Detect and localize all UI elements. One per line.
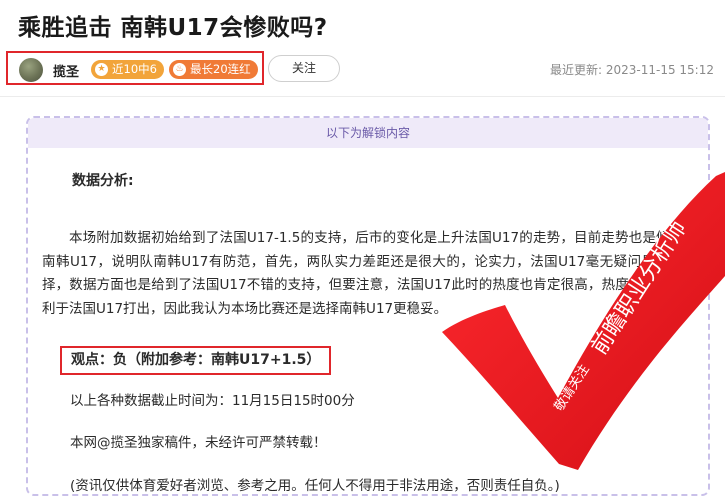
recent-record-badge: ★ 近10中6 bbox=[91, 60, 164, 79]
copyright-notice: 本网@揽圣独家稿件，未经许可严禁转载！ bbox=[70, 435, 327, 451]
win-streak-label: 最长20连红 bbox=[190, 62, 251, 76]
author-meta-row: 揽圣 ★ 近10中6 ♨ 最长20连红 关注 最近更新: 2023-11-15 … bbox=[0, 48, 725, 90]
flame-icon: ♨ bbox=[173, 63, 186, 76]
update-info: 最近更新: 2023-11-15 15:12 bbox=[550, 61, 714, 78]
follow-button[interactable]: 关注 bbox=[268, 55, 340, 82]
unlocked-content-box: 以下为解锁内容 数据分析: 本场附加数据初始给到了法国U17-1.5的支持，后市… bbox=[26, 116, 710, 496]
header-divider bbox=[0, 96, 725, 97]
author-name[interactable]: 揽圣 bbox=[53, 61, 79, 80]
author-info-box: 揽圣 ★ 近10中6 ♨ 最长20连红 bbox=[6, 51, 264, 85]
win-streak-badge: ♨ 最长20连红 bbox=[169, 60, 258, 79]
data-cutoff-time: 以上各种数据截止时间为：11月15日15时00分 bbox=[70, 393, 355, 409]
viewpoint-box: 观点：负（附加参考：南韩U17+1.5） bbox=[60, 346, 332, 375]
recent-record-label: 近10中6 bbox=[112, 62, 157, 76]
star-icon: ★ bbox=[95, 63, 108, 76]
disclaimer: (资讯仅供体育爱好者浏览、参考之用。任何人不得用于非法用途，否则责任自负。) bbox=[70, 478, 560, 494]
update-label: 最近更新: bbox=[549, 63, 603, 77]
unlocked-content-header: 以下为解锁内容 bbox=[28, 118, 708, 148]
avatar[interactable] bbox=[19, 58, 43, 82]
update-time: 2023-11-15 15:12 bbox=[605, 63, 714, 77]
section-title: 数据分析: bbox=[72, 173, 134, 189]
analysis-paragraph: 本场附加数据初始给到了法国U17-1.5的支持，后市的变化是上升法国U17的走势… bbox=[42, 230, 697, 317]
article-title: 乘胜追击 南韩U17会惨败吗? bbox=[18, 15, 328, 41]
